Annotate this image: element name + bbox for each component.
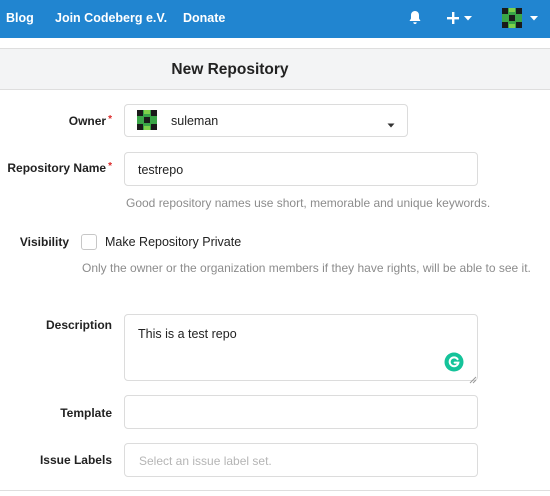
visibility-label: Visibility	[19, 235, 69, 249]
description-label: Description	[45, 318, 112, 332]
top-navbar: Blog Join Codeberg e.V. Donate	[0, 0, 550, 38]
page-title: New Repository	[171, 61, 289, 78]
plus-icon[interactable]	[446, 10, 460, 30]
template-dropdown[interactable]	[124, 395, 478, 429]
description-value: This is a test repo	[138, 327, 237, 341]
user-avatar[interactable]	[502, 8, 522, 28]
description-textarea[interactable]: This is a test repo	[124, 314, 478, 384]
bell-icon[interactable]	[408, 10, 422, 31]
private-checkbox[interactable]	[81, 234, 97, 250]
owner-required-mark: *	[108, 114, 112, 125]
avatar-caret-down-icon[interactable]	[529, 10, 539, 30]
nav-link-join-codeberg[interactable]: Join Codeberg e.V.	[55, 11, 167, 25]
nav-link-donate[interactable]: Donate	[183, 11, 225, 25]
form-bottom-divider	[0, 490, 550, 491]
issue-labels-placeholder: Select an issue label set.	[139, 454, 272, 468]
resize-handle-icon[interactable]	[469, 372, 477, 387]
repo-name-label: Repository Name *	[7, 161, 112, 175]
repo-name-input[interactable]: testrepo	[124, 152, 478, 186]
caret-down-icon[interactable]	[463, 10, 473, 30]
owner-label-text: Owner	[68, 114, 107, 128]
private-checkbox-label[interactable]: Make Repository Private	[105, 235, 241, 249]
owner-value: suleman	[171, 114, 219, 128]
issue-labels-dropdown[interactable]: Select an issue label set.	[124, 443, 478, 477]
owner-label: Owner *	[69, 114, 112, 128]
owner-dropdown[interactable]: suleman	[124, 104, 408, 137]
repo-name-value: testrepo	[138, 163, 184, 177]
repo-name-required-mark: *	[108, 161, 112, 172]
visibility-help: Only the owner or the organization membe…	[82, 261, 531, 275]
repo-name-help: Good repository names use short, memorab…	[126, 196, 491, 210]
issue-labels-label: Issue Labels	[39, 453, 112, 467]
grammarly-icon[interactable]	[444, 352, 464, 375]
template-label: Template	[60, 406, 112, 420]
owner-avatar	[137, 110, 157, 130]
nav-spacer	[0, 38, 550, 48]
repo-name-label-text: Repository Name	[7, 161, 107, 175]
chevron-down-icon	[387, 117, 395, 132]
form-header: New Repository	[0, 48, 550, 90]
nav-link-blog[interactable]: Blog	[6, 11, 34, 25]
